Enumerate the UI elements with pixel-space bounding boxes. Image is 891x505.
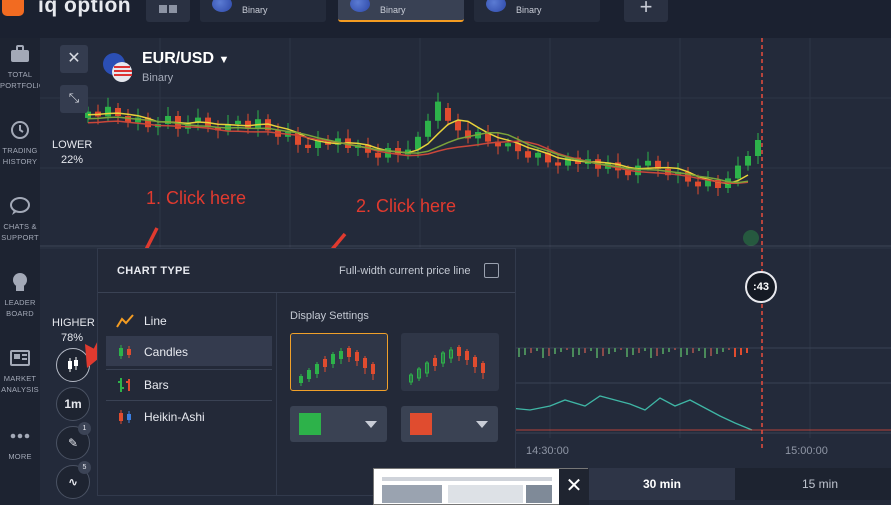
- flag-icon: [486, 0, 506, 12]
- sidebar-item-chats[interactable]: CHATS & SUPPORT: [0, 196, 40, 243]
- down-color-select[interactable]: [401, 406, 498, 442]
- sidebar-item-history[interactable]: TRADING HISTORY: [0, 120, 40, 167]
- clock-icon: [11, 121, 29, 139]
- chevron-down-icon: [476, 421, 488, 428]
- chart-type-heikin-ashi[interactable]: Heikin-Ashi: [106, 401, 272, 431]
- dots-icon: [10, 433, 30, 439]
- sidebar: TOTAL PORTFOLIO TRADING HISTORY CHATS & …: [0, 38, 46, 505]
- layout-grid-button[interactable]: [146, 0, 190, 22]
- briefcase-icon: [11, 45, 29, 62]
- tab-label: Binary: [242, 5, 268, 15]
- sidebar-label: MORE: [8, 452, 32, 461]
- chart-type-label: Heikin-Ashi: [144, 410, 205, 424]
- candle-preview-graphic: [299, 346, 375, 386]
- sidebar-item-leaderboard[interactable]: LEADER BOARD: [0, 272, 40, 319]
- candle-style-preview-2[interactable]: [401, 333, 499, 391]
- flag-icon: [350, 0, 370, 12]
- close-icon[interactable]: ✕: [559, 469, 589, 505]
- sidebar-item-portfolio[interactable]: TOTAL PORTFOLIO: [0, 44, 46, 91]
- screenshot-thumbnail[interactable]: ✕: [373, 468, 589, 505]
- logo-text: iq option: [38, 0, 132, 17]
- chat-icon: [10, 197, 30, 215]
- tab-asset-3[interactable]: Binary: [474, 0, 600, 22]
- sidebar-label: TOTAL PORTFOLIO: [0, 70, 46, 90]
- chart-type-label: Line: [144, 314, 167, 328]
- thumbnail-bar: [382, 477, 552, 481]
- candle-style-preview-1[interactable]: [290, 333, 388, 391]
- top-bar: iq option Binary Binary Binary +: [0, 0, 891, 38]
- trading-app: iq option Binary Binary Binary + TOTAL P…: [0, 0, 891, 505]
- chevron-down-icon: [365, 421, 377, 428]
- down-color-swatch: [410, 413, 432, 435]
- sidebar-label: MARKET ANALYSIS: [1, 374, 39, 394]
- up-color-select[interactable]: [290, 406, 387, 442]
- grid-icon: [159, 5, 167, 13]
- thumbnail-image: [382, 485, 442, 503]
- chart-type-line[interactable]: Line: [106, 305, 272, 335]
- bars-icon: [118, 378, 130, 392]
- tab-label: Binary: [380, 5, 406, 15]
- trophy-icon: [13, 273, 27, 291]
- candles-icon: [119, 345, 131, 359]
- full-width-price-line-label: Full-width current price line: [339, 265, 471, 277]
- newspaper-icon: [10, 350, 30, 366]
- tab-label: Binary: [516, 5, 542, 15]
- thumbnail-image: [526, 485, 552, 503]
- tab-asset-1[interactable]: Binary: [200, 0, 326, 22]
- chart-type-candles[interactable]: Candles: [106, 336, 272, 366]
- line-chart-icon: [116, 314, 134, 328]
- flag-icon: [212, 0, 232, 12]
- sidebar-label: LEADER BOARD: [4, 298, 36, 318]
- panel-title: CHART TYPE: [117, 265, 191, 277]
- logo-icon: [2, 0, 24, 16]
- full-width-price-line-checkbox[interactable]: [484, 263, 499, 278]
- display-settings-title: Display Settings: [290, 310, 369, 322]
- up-color-swatch: [299, 413, 321, 435]
- sidebar-label: CHATS & SUPPORT: [1, 222, 39, 242]
- tab-asset-2[interactable]: Binary: [338, 0, 464, 22]
- divider: [276, 293, 277, 495]
- chart-type-label: Candles: [144, 345, 189, 359]
- candle-preview-graphic: [409, 345, 485, 385]
- chart-type-panel: CHART TYPE Full-width current price line…: [97, 248, 516, 496]
- sidebar-item-market-analysis[interactable]: MARKET ANALYSIS: [0, 348, 40, 395]
- chart-type-label: Bars: [144, 378, 169, 392]
- grid-icon: [169, 5, 177, 13]
- chart-type-bars[interactable]: Bars: [106, 369, 272, 399]
- sidebar-label: TRADING HISTORY: [2, 146, 38, 166]
- add-tab-button[interactable]: +: [624, 0, 668, 22]
- divider: [98, 292, 515, 293]
- sidebar-item-more[interactable]: MORE: [0, 426, 40, 462]
- heikin-ashi-icon: [119, 410, 131, 424]
- logo[interactable]: iq option: [0, 0, 140, 22]
- thumbnail-image: [448, 485, 523, 503]
